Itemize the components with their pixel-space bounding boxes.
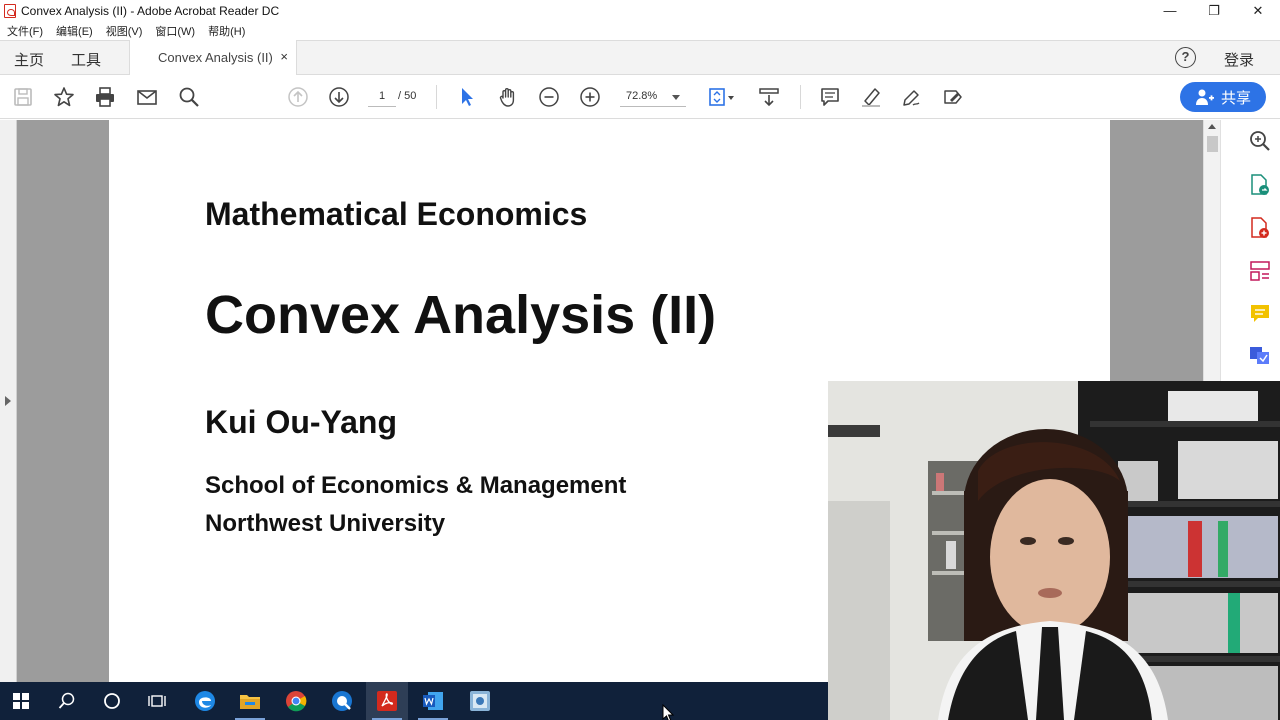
zoom-level-select[interactable]: 72.8% xyxy=(620,88,686,107)
bookmark-star-icon[interactable] xyxy=(52,85,76,109)
menu-bar: 文件(F) 编辑(E) 视图(V) 窗口(W) 帮助(H) xyxy=(0,21,1280,40)
tab-bar: 主页 工具 Convex Analysis (II) × ? 登录 xyxy=(0,40,1280,75)
share-button-label: 共享 xyxy=(1220,89,1251,107)
sign-pen-icon[interactable] xyxy=(900,85,924,109)
zoom-tool-icon[interactable] xyxy=(1248,129,1272,153)
edge-browser-icon[interactable] xyxy=(184,682,226,720)
menu-edit[interactable]: 编辑(E) xyxy=(56,23,93,39)
toolbar: 1 / 50 72.8% 共享 xyxy=(0,75,1280,119)
close-tab-icon[interactable]: × xyxy=(280,49,288,64)
author-name: Kui Ou-Yang xyxy=(205,404,397,440)
search-icon[interactable] xyxy=(177,85,201,109)
menu-window[interactable]: 窗口(W) xyxy=(155,23,195,39)
next-page-icon[interactable] xyxy=(327,85,351,109)
word-icon[interactable] xyxy=(412,682,454,720)
organize-pages-icon[interactable] xyxy=(1248,259,1272,283)
course-title: Mathematical Economics xyxy=(205,196,588,232)
tab-tools[interactable]: 工具 xyxy=(71,49,101,70)
fill-sign-icon[interactable] xyxy=(941,85,965,109)
cortana-icon[interactable] xyxy=(91,682,133,720)
add-user-icon xyxy=(1195,89,1214,105)
left-navigation-pane xyxy=(0,120,17,682)
highlight-pen-icon[interactable] xyxy=(859,85,883,109)
minimize-button[interactable]: — xyxy=(1148,0,1192,21)
create-pdf-icon[interactable] xyxy=(1248,216,1272,240)
search-icon[interactable] xyxy=(46,682,88,720)
chevron-down-icon xyxy=(672,95,680,100)
help-icon[interactable]: ? xyxy=(1175,47,1196,68)
hand-tool-icon[interactable] xyxy=(496,85,520,109)
email-icon[interactable] xyxy=(135,85,159,109)
school-name: School of Economics & Management xyxy=(205,472,627,499)
fit-page-icon[interactable] xyxy=(706,85,738,109)
title-bar: Convex Analysis (II) - Adobe Acrobat Rea… xyxy=(0,0,1280,21)
page-number-input[interactable]: 1 xyxy=(368,88,396,107)
select-cursor-icon[interactable] xyxy=(455,85,479,109)
restore-button[interactable]: ❐ xyxy=(1192,0,1236,21)
document-title: Convex Analysis (II) xyxy=(205,285,717,345)
toolbar-divider xyxy=(436,85,437,109)
zoom-out-icon[interactable] xyxy=(537,85,561,109)
scrolling-mode-icon[interactable] xyxy=(757,85,781,109)
scroll-up-arrow-icon[interactable] xyxy=(1208,124,1216,129)
scrollbar-thumb[interactable] xyxy=(1207,136,1218,152)
presenter-webcam-video xyxy=(828,381,1280,720)
chrome-icon[interactable] xyxy=(275,682,317,720)
expand-pane-arrow-icon[interactable] xyxy=(5,396,11,406)
previous-page-icon[interactable] xyxy=(286,85,310,109)
start-menu-icon[interactable] xyxy=(0,682,42,720)
tab-document[interactable]: Convex Analysis (II) × xyxy=(129,40,297,75)
page-total: / 50 xyxy=(398,90,417,102)
menu-help[interactable]: 帮助(H) xyxy=(208,23,245,39)
zoom-level-value: 72.8% xyxy=(626,90,658,102)
video-app-icon[interactable] xyxy=(321,682,363,720)
login-button[interactable]: 登录 xyxy=(1224,49,1254,70)
document-tab-label: Convex Analysis (II) xyxy=(158,50,273,65)
tab-home[interactable]: 主页 xyxy=(14,49,44,70)
close-window-button[interactable]: ✕ xyxy=(1236,0,1280,21)
university-name: Northwest University xyxy=(205,510,446,537)
send-for-review-icon[interactable] xyxy=(1248,344,1272,368)
zoom-in-icon[interactable] xyxy=(578,85,602,109)
acrobat-app-icon xyxy=(4,3,16,18)
menu-file[interactable]: 文件(F) xyxy=(7,23,43,39)
acrobat-taskbar-icon[interactable] xyxy=(366,682,408,720)
file-explorer-icon[interactable] xyxy=(229,682,271,720)
comment-icon[interactable] xyxy=(818,85,842,109)
mouse-cursor-icon xyxy=(662,704,675,720)
pinned-app-icon[interactable] xyxy=(459,682,501,720)
window-title: Convex Analysis (II) - Adobe Acrobat Rea… xyxy=(21,3,280,18)
print-icon[interactable] xyxy=(93,85,117,109)
windows-taskbar xyxy=(0,682,828,720)
save-icon[interactable] xyxy=(11,85,35,109)
export-pdf-icon[interactable] xyxy=(1248,173,1272,197)
menu-view[interactable]: 视图(V) xyxy=(106,23,143,39)
toolbar-divider xyxy=(800,85,801,109)
share-button[interactable]: 共享 xyxy=(1180,82,1266,112)
comment-tool-icon[interactable] xyxy=(1248,302,1272,326)
task-view-icon[interactable] xyxy=(136,682,178,720)
